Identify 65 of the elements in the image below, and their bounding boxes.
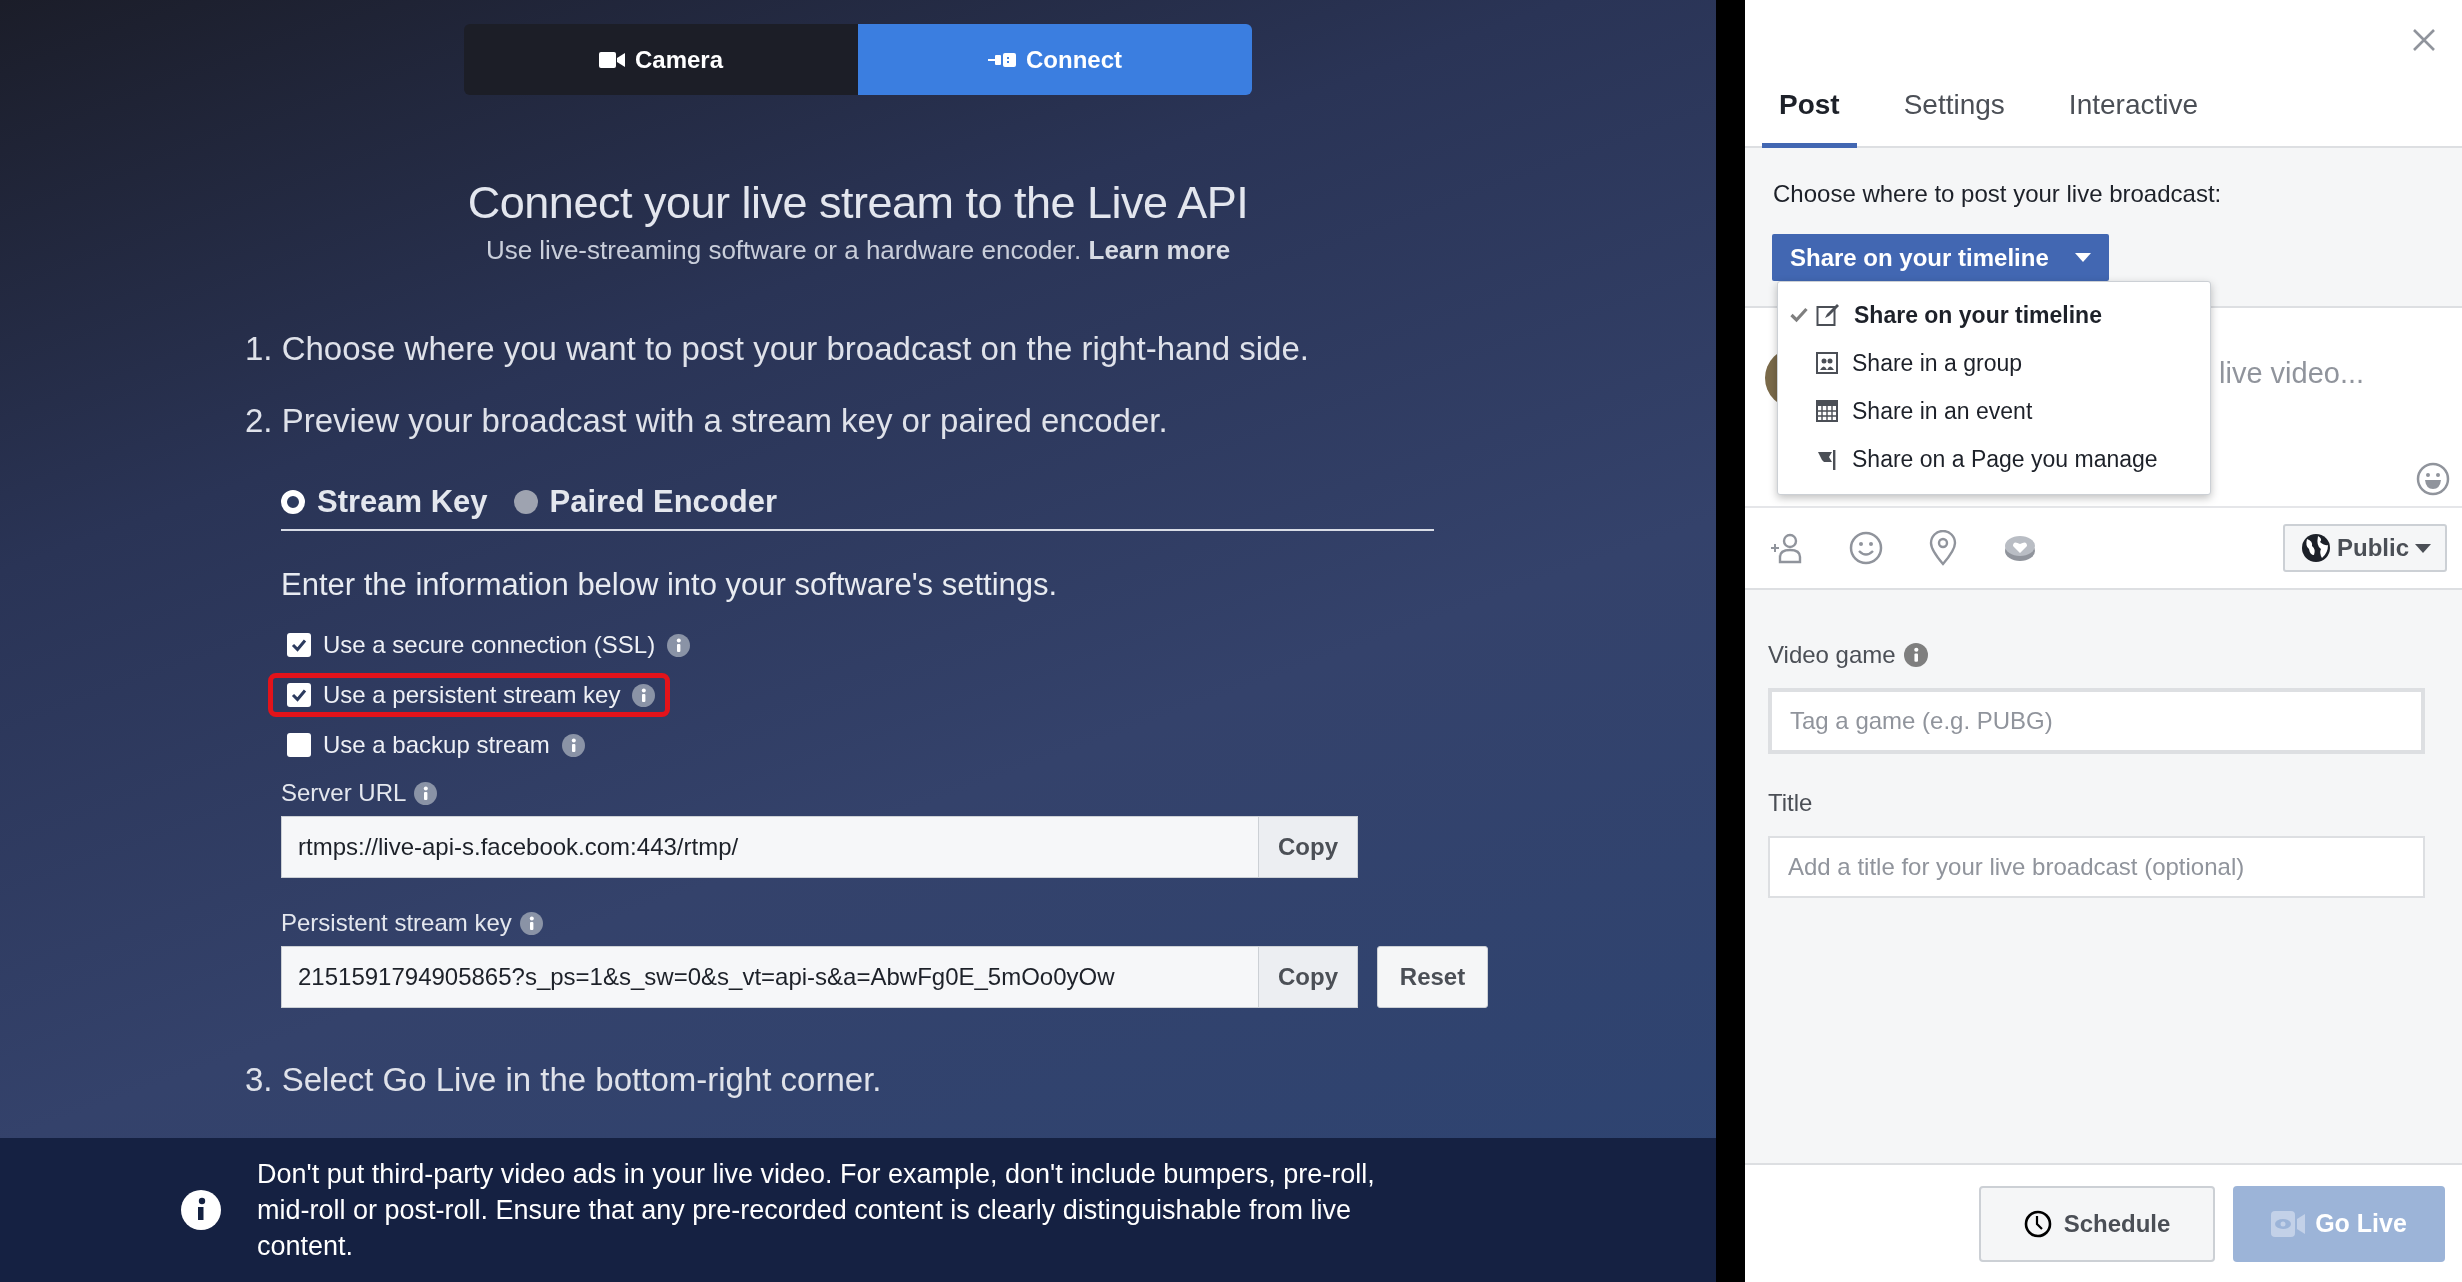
menu-item[interactable]: Share on a Page you manage [1778,435,2210,483]
heart-badge-icon[interactable] [2003,533,2037,563]
stream-key-field[interactable]: 2151591794905865?s_ps=1&s_sw=0&s_vt=api-s&a=AbwFg0E_5mOo0yOw [281,946,1258,1008]
video-game-field[interactable]: Tag a game (e.g. PUBG) [1768,688,2425,754]
composer-placeholder: live video... [2219,357,2365,390]
destination-dropdown[interactable]: Share on your timeline [1772,234,2109,281]
clock-icon [2023,1209,2052,1238]
smiley-icon[interactable] [1849,531,1883,565]
step-text: 2. Preview your broadcast with a stream key or paired encoder. [245,401,1169,441]
caret-icon [2415,543,2431,553]
caret-icon [2074,253,2091,262]
server-url-field[interactable]: rtmps://live-api-s.facebook.com:443/rtmp/ [281,816,1258,878]
menu-item[interactable]: Share in an event [1778,387,2210,435]
field-label: Server URL [281,779,407,807]
checkbox[interactable] [287,733,311,757]
info-icon [632,683,656,707]
title-field[interactable]: Add a title for your live broadcast (optional) [1768,836,2425,898]
info-icon [519,911,543,935]
field-label: Title [1768,789,1813,817]
prompt-text: Choose where to post your live broadcast: [1773,179,2223,209]
option-label: Use a secure connection (SSL) [323,631,656,659]
plug-icon [988,51,1016,68]
menu-item[interactable]: Share on your timeline [1778,291,2210,339]
info-icon [667,633,691,657]
info-icon [414,781,438,805]
location-pin-icon[interactable] [1929,530,1957,566]
option-label: Use a backup stream [323,731,550,759]
panel-tab[interactable]: Settings [1886,89,2022,148]
smiley-icon[interactable] [2416,462,2450,496]
instructions-text: Enter the information below into your software's settings. [281,566,1059,604]
checkbox[interactable] [287,633,311,657]
video-camera-icon [2271,1210,2306,1237]
panel-tab[interactable]: Post [1762,89,1857,148]
copy-button[interactable]: Copy [1258,946,1358,1008]
mode-radio[interactable]: Paired Encoder [513,484,777,520]
copy-button[interactable]: Copy [1258,816,1358,878]
option-label: Use a persistent stream key [323,681,621,709]
group-icon [1816,352,1838,374]
info-icon [1903,643,1928,667]
schedule-button[interactable]: Schedule [1979,1185,2215,1262]
calendar-icon [1816,400,1838,422]
close-icon[interactable] [2412,28,2436,52]
step-text: 3. Select Go Live in the bottom-right corner. [245,1060,883,1100]
source-tab[interactable]: Connect [858,24,1252,95]
video-camera-icon [598,50,625,69]
notice-text: Don't put third-party video ads in your live video. For example, don't include bumpers, pre-roll, mid-roll or post-roll. Ensure that any pre-recorded content is clearly distinguishable from live content. [257,1158,1376,1263]
menu-item[interactable]: Share in a group [1778,339,2210,387]
globe-icon [2301,533,2331,563]
reset-button[interactable]: Reset [1377,946,1488,1008]
info-icon [181,1190,221,1230]
panel-tab[interactable]: Interactive [2051,89,2216,148]
field-label: Persistent stream key [281,909,512,937]
learn-more-link[interactable]: Learn more [1088,235,1231,265]
source-tab[interactable]: Camera [464,24,858,95]
tag-people-icon[interactable] [1769,532,1803,564]
field-label: Video game [1768,641,1896,669]
edit-icon [1816,303,1840,327]
audience-button[interactable]: Public [2283,524,2447,572]
step-text: 1. Choose where you want to post your broadcast on the right-hand side. [245,329,1310,369]
page-heading: Connect your live stream to the Live API [467,176,1249,230]
checkbox[interactable] [287,683,311,707]
mode-radio[interactable]: Stream Key [281,484,488,520]
info-icon [561,733,585,757]
flag-icon [1816,448,1838,470]
subtitle-text: Use live-streaming software or a hardware encoder. [485,235,1082,265]
